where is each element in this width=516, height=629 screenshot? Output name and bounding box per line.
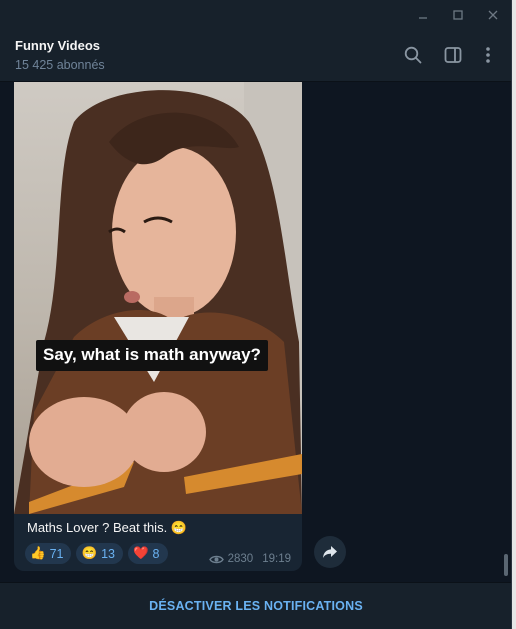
reaction-thumbs-up[interactable]: 👍 71 [25,543,72,564]
reactions-bar: 👍 71 😁 13 ❤️ 8 [25,543,168,564]
thumbs-up-emoji: 👍 [30,546,46,560]
footer-bar: DÉSACTIVER LES NOTIFICATIONS [0,582,511,629]
channel-name[interactable]: Funny Videos [15,38,100,53]
search-icon[interactable] [400,42,426,68]
reaction-grin[interactable]: 😁 13 [76,543,123,564]
message-bubble[interactable]: Say, what is math anyway? Maths Lover ? … [14,82,302,571]
title-bar [0,0,511,30]
video-thumbnail[interactable]: Say, what is math anyway? [14,82,302,514]
close-icon[interactable] [476,0,510,30]
more-vertical-icon[interactable] [475,42,501,68]
message-text-content: Maths Lover ? Beat this. [27,520,168,535]
share-icon [323,546,337,558]
subscriber-count: 15 425 abonnés [15,58,105,72]
message-text: Maths Lover ? Beat this. 😁 [27,520,187,536]
message-list[interactable]: Say, what is math anyway? Maths Lover ? … [0,82,511,582]
maximize-icon[interactable] [441,0,475,30]
reaction-count: 8 [152,546,160,561]
mute-notifications-button[interactable]: DÉSACTIVER LES NOTIFICATIONS [149,599,363,613]
chat-header[interactable]: Funny Videos 15 425 abonnés [0,30,511,82]
minimize-icon[interactable] [406,0,440,30]
eye-icon [208,555,224,563]
grin-emoji: 😁 [170,520,187,535]
reaction-heart[interactable]: ❤️ 8 [127,543,168,564]
reaction-count: 71 [49,546,64,561]
share-button[interactable] [314,536,346,568]
view-count: 2830 [227,553,254,565]
video-caption: Say, what is math anyway? [36,340,268,371]
reaction-count: 13 [101,546,115,561]
sidebar-toggle-icon[interactable] [440,42,466,68]
heart-emoji: ❤️ [132,546,149,560]
video-frame-illustration [14,82,302,514]
telegram-window: Funny Videos 15 425 abonnés Say, what is… [0,0,512,629]
scrollbar[interactable] [504,554,508,576]
message-time: 19:19 [262,553,291,565]
message-meta: 2830 19:19 [208,553,291,565]
grin-emoji: 😁 [81,546,98,560]
